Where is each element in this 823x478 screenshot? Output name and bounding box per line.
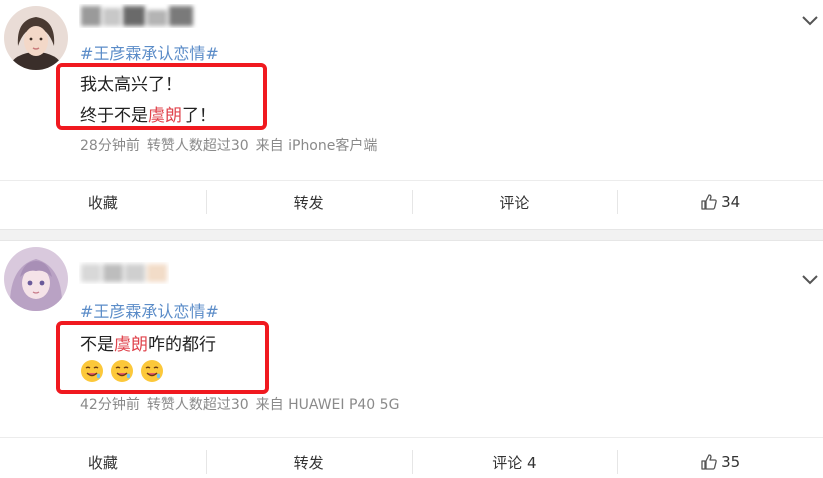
chevron-down-icon[interactable] xyxy=(802,12,818,26)
username-blurred[interactable] xyxy=(79,4,201,28)
comment-label: 评论 xyxy=(499,193,530,212)
like-button[interactable]: 34 xyxy=(617,182,823,222)
red-highlight-box xyxy=(56,321,269,394)
user-avatar[interactable] xyxy=(4,247,68,311)
feed-post-1: #王彦霖承认恋情# 我太高兴了！ 终于不是虞朗了！ 28分钟前 转赞人数超过30 来… xyxy=(0,0,823,229)
thumbs-up-icon xyxy=(701,194,717,210)
username-blurred[interactable] xyxy=(79,261,169,285)
repost-label: 转发 xyxy=(293,193,324,212)
favorite-label: 收藏 xyxy=(87,453,118,472)
repost-button[interactable]: 转发 xyxy=(205,442,412,478)
topic-hashtag-link[interactable]: #王彦霖承认恋情# xyxy=(80,40,219,64)
comment-button[interactable]: 评论 4 xyxy=(411,442,618,478)
repost-label: 转发 xyxy=(293,453,324,472)
chevron-down-icon[interactable] xyxy=(802,271,818,285)
like-count: 35 xyxy=(721,453,741,471)
favorite-button[interactable]: 收藏 xyxy=(0,182,206,222)
favorite-label: 收藏 xyxy=(87,193,118,212)
divider xyxy=(0,180,823,181)
favorite-button[interactable]: 收藏 xyxy=(0,442,206,478)
user-avatar[interactable] xyxy=(4,6,68,70)
post-separator xyxy=(0,229,823,241)
post-source: 来自 HUAWEI P40 5G xyxy=(255,397,400,413)
divider xyxy=(0,437,823,438)
post-time[interactable]: 28分钟前 xyxy=(80,138,140,154)
like-count: 34 xyxy=(721,193,741,211)
post-source: 来自 iPhone客户端 xyxy=(255,138,378,154)
topic-hashtag-link[interactable]: #王彦霖承认恋情# xyxy=(80,298,219,322)
red-highlight-box xyxy=(56,63,267,130)
feed-post-2: #王彦霖承认恋情# 不是虞朗咋的都行 42分钟前 转赞人数超过30 来自 HUA… xyxy=(0,241,823,478)
post-meta: 42分钟前 转赞人数超过30 来自 HUAWEI P40 5G xyxy=(80,394,399,414)
comment-button[interactable]: 评论 xyxy=(411,182,618,222)
repost-count-text: 转赞人数超过30 xyxy=(146,397,249,413)
post-time[interactable]: 42分钟前 xyxy=(80,397,140,413)
thumbs-up-icon xyxy=(701,454,717,470)
repost-count-text: 转赞人数超过30 xyxy=(146,138,249,154)
like-button[interactable]: 35 xyxy=(617,442,823,478)
action-bar: 收藏 转发 评论 4 35 xyxy=(0,442,823,478)
repost-button[interactable]: 转发 xyxy=(205,182,412,222)
action-bar: 收藏 转发 评论 34 xyxy=(0,182,823,222)
post-meta: 28分钟前 转赞人数超过30 来自 iPhone客户端 xyxy=(80,135,377,155)
comment-label: 评论 4 xyxy=(492,453,537,472)
